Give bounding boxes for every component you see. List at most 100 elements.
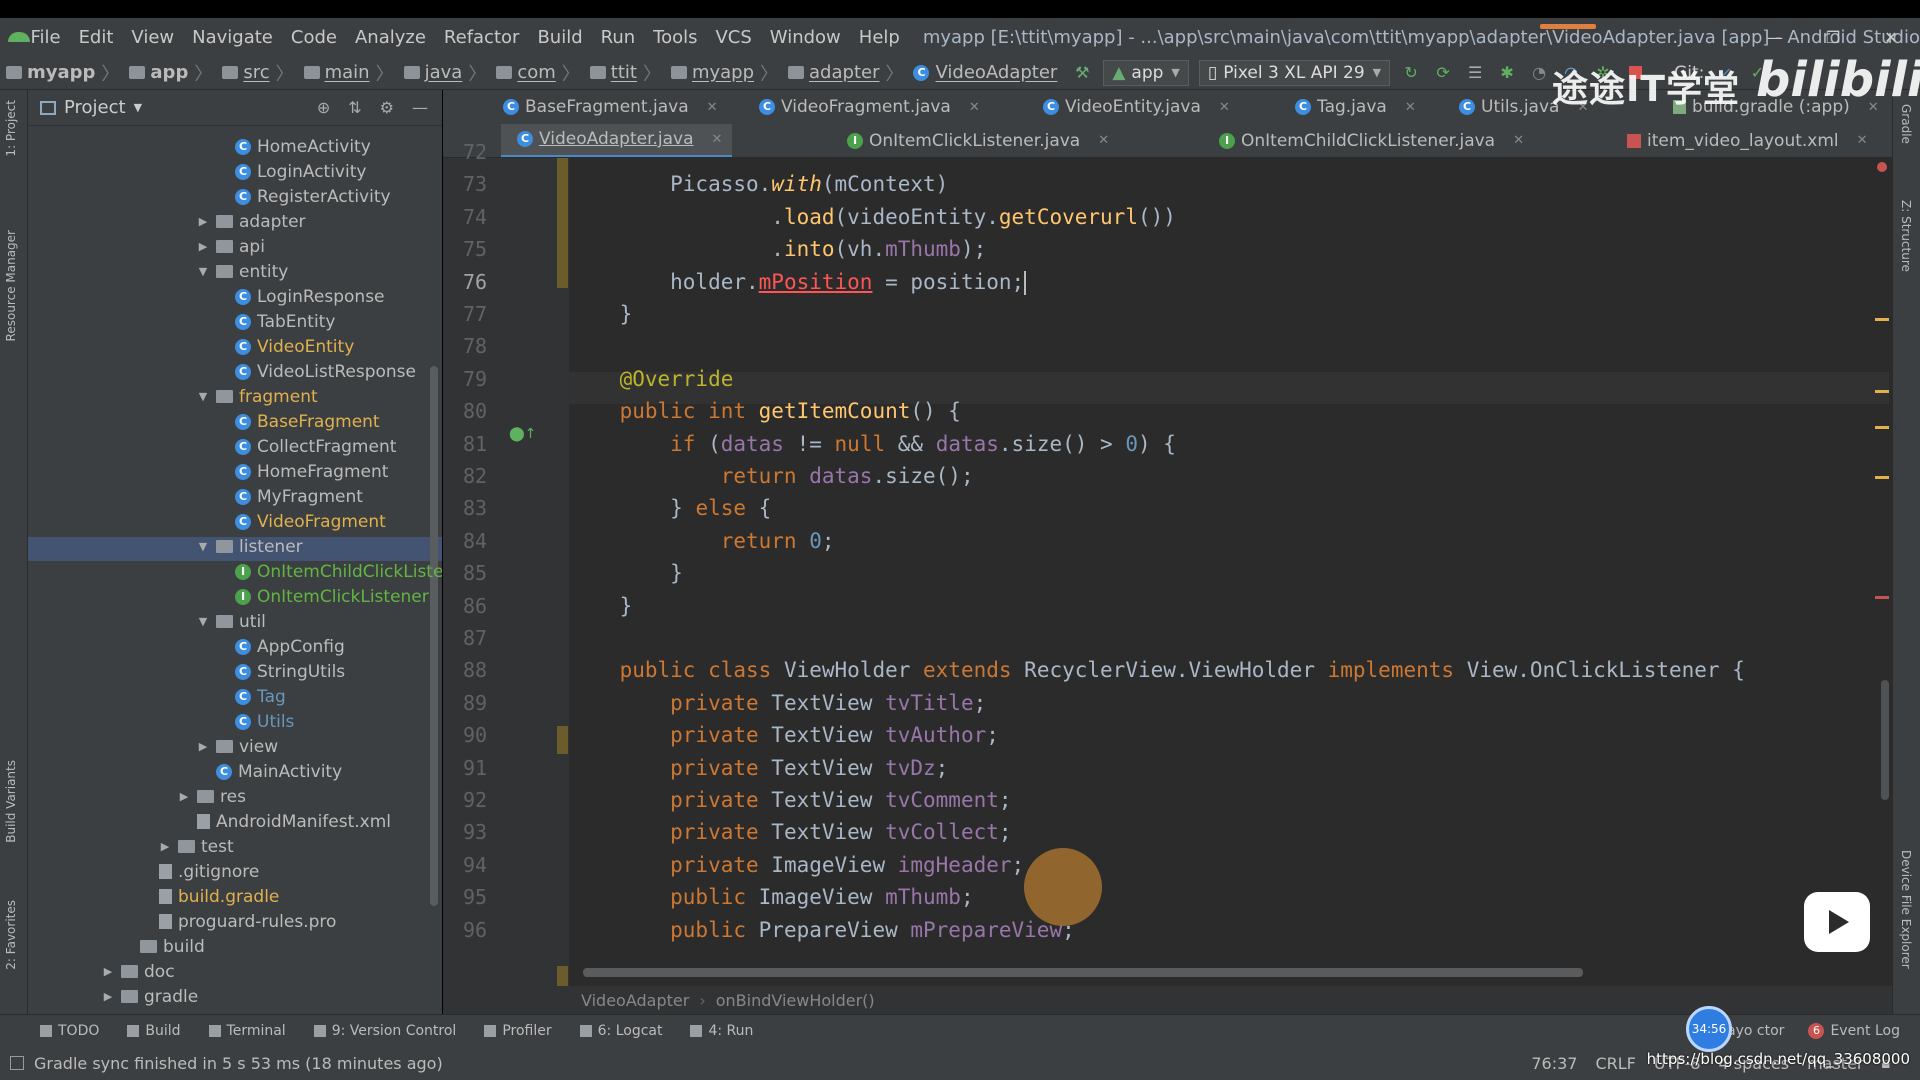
tree-item-class[interactable]: C MainActivity	[196, 759, 342, 784]
run-config-select[interactable]: ▲ app ▼	[1103, 59, 1189, 86]
code-line[interactable]: }	[569, 298, 633, 330]
device-select[interactable]: ▯ Pixel 3 XL API 29 ▼	[1198, 59, 1391, 86]
close-tab-icon[interactable]: ✕	[1513, 133, 1524, 148]
expanded-arrow-icon[interactable]: ▼	[196, 265, 210, 278]
tree-item-folder[interactable]: ▼ entity	[196, 259, 289, 284]
breadcrumb-item[interactable]: app 〉	[123, 60, 212, 86]
collapsed-arrow-icon[interactable]: ▶	[177, 790, 191, 803]
close-tab-icon[interactable]: ✕	[707, 100, 718, 115]
collapsed-arrow-icon[interactable]: ▶	[101, 990, 115, 1003]
horizontal-scrollbar[interactable]	[583, 968, 1583, 977]
play-icon[interactable]	[1804, 892, 1870, 952]
code-line[interactable]: return 0;	[569, 525, 835, 557]
editor-tab[interactable]: item_video_layout.xml ✕	[1617, 124, 1878, 157]
tree-item-class[interactable]: C Tag	[215, 684, 286, 709]
code-line[interactable]: } else {	[569, 492, 771, 524]
collapsed-arrow-icon[interactable]: ▶	[196, 240, 210, 253]
breadcrumb-class[interactable]: VideoAdapter	[581, 991, 689, 1010]
tree-item-file[interactable]: proguard-rules.pro	[139, 909, 336, 934]
code-line[interactable]: .load(videoEntity.getCoverurl())	[569, 201, 1176, 233]
collapsed-arrow-icon[interactable]: ▶	[196, 215, 210, 228]
editor-tab[interactable]: C VideoEntity.java ✕	[1027, 90, 1240, 124]
tree-item-class[interactable]: C TabEntity	[215, 309, 335, 334]
tool-window-todo[interactable]: TODO	[40, 1023, 99, 1039]
error-stripe-mark[interactable]	[1875, 426, 1889, 429]
code-area[interactable]: Picasso.with(mContext) .load(videoEntity…	[569, 158, 1879, 986]
line-separator[interactable]: CRLF	[1595, 1054, 1635, 1073]
menu-help[interactable]: Help	[850, 27, 909, 48]
code-line[interactable]: public ImageView mThumb;	[569, 881, 973, 913]
menu-navigate[interactable]: Navigate	[183, 27, 282, 48]
apply-changes-icon[interactable]: ↻	[1400, 62, 1422, 84]
tree-item-class[interactable]: C StringUtils	[215, 659, 345, 684]
editor-tab[interactable]: I OnItemClickListener.java ✕	[831, 124, 1119, 157]
tree-item-class[interactable]: C VideoListResponse	[215, 359, 416, 384]
code-line[interactable]: private TextView tvAuthor;	[569, 719, 999, 751]
resource-manager-tab[interactable]: Resource Manager	[4, 230, 18, 341]
error-indicator-icon[interactable]	[1877, 162, 1887, 172]
menu-tools[interactable]: Tools	[644, 27, 706, 48]
menu-run[interactable]: Run	[592, 27, 645, 48]
collapsed-arrow-icon[interactable]: ▶	[158, 840, 172, 853]
caret-position[interactable]: 76:37	[1531, 1054, 1577, 1073]
code-line[interactable]: }	[569, 557, 683, 589]
device-file-explorer-tab[interactable]: Device File Explorer	[1899, 850, 1913, 969]
tool-window-run[interactable]: 4: Run	[690, 1023, 753, 1039]
menu-vcs[interactable]: VCS	[706, 27, 760, 48]
menu-window[interactable]: Window	[761, 27, 850, 48]
status-toggle-icon[interactable]	[10, 1056, 24, 1070]
error-stripe-mark[interactable]	[1875, 318, 1889, 321]
expanded-arrow-icon[interactable]: ▼	[196, 540, 210, 553]
expanded-arrow-icon[interactable]: ▼	[196, 390, 210, 403]
code-line[interactable]: private TextView tvCollect;	[569, 816, 1011, 848]
hide-icon[interactable]: —	[412, 98, 428, 117]
tree-item-folder[interactable]: ▶ api	[196, 234, 265, 259]
code-line[interactable]: @Override	[569, 363, 734, 395]
menu-code[interactable]: Code	[282, 27, 346, 48]
tool-window-terminal[interactable]: Terminal	[208, 1023, 286, 1039]
chevron-down-icon[interactable]: ▼	[134, 101, 142, 114]
code-line[interactable]: if (datas != null && datas.size() > 0) {	[569, 428, 1176, 460]
tree-item-class[interactable]: C VideoFragment	[215, 509, 386, 534]
apply-code-changes-icon[interactable]: ⟳	[1432, 62, 1454, 84]
menu-build[interactable]: Build	[528, 27, 591, 48]
breadcrumb-item[interactable]: myapp 〉	[0, 60, 119, 86]
editor-tab[interactable]: C VideoAdapter.java ✕	[501, 124, 733, 157]
editor-tab[interactable]: C VideoFragment.java ✕	[743, 90, 990, 124]
tree-item-class[interactable]: C VideoEntity	[215, 334, 354, 359]
close-tab-icon[interactable]: ✕	[1219, 100, 1230, 115]
vertical-scrollbar[interactable]	[1881, 680, 1889, 800]
tree-item-class[interactable]: C HomeActivity	[215, 134, 371, 159]
tree-item-class[interactable]: C LoginResponse	[215, 284, 385, 309]
collapsed-arrow-icon[interactable]: ▶	[101, 965, 115, 978]
close-tab-icon[interactable]: ✕	[712, 132, 723, 147]
tree-item-file[interactable]: .gitignore	[139, 859, 259, 884]
project-tool-tab[interactable]: 1: Project	[4, 100, 18, 157]
tree-item-class[interactable]: C BaseFragment	[215, 409, 380, 434]
breadcrumb-item[interactable]: com 〉	[490, 60, 580, 86]
code-line[interactable]: private TextView tvDz;	[569, 752, 948, 784]
code-line[interactable]: holder.mPosition = position;	[569, 266, 1027, 298]
hammer-build-icon[interactable]: ⚒	[1071, 62, 1093, 84]
sync-list-icon[interactable]: ☰	[1464, 62, 1486, 84]
tree-item-file[interactable]: AndroidManifest.xml	[177, 809, 391, 834]
close-tab-icon[interactable]: ✕	[969, 100, 980, 115]
breadcrumb-method[interactable]: onBindViewHolder()	[716, 991, 875, 1010]
gradle-tab[interactable]: Gradle	[1899, 104, 1913, 144]
tree-item-class[interactable]: C MyFragment	[215, 484, 363, 509]
gear-icon[interactable]: ⚙	[380, 98, 394, 117]
error-stripe-mark[interactable]	[1875, 476, 1889, 479]
breadcrumb-item[interactable]: main 〉	[298, 60, 394, 86]
tree-item-folder[interactable]: ▶ doc	[101, 959, 175, 984]
status-message[interactable]: Gradle sync finished in 5 s 53 ms (18 mi…	[34, 1054, 443, 1073]
tool-window-build[interactable]: Build	[127, 1023, 181, 1039]
breadcrumb-item[interactable]: src 〉	[216, 60, 294, 86]
code-line[interactable]: .into(vh.mThumb);	[569, 233, 986, 265]
code-line[interactable]: return datas.size();	[569, 460, 974, 492]
restore-icon[interactable]: ❐	[1804, 28, 1862, 47]
attach-icon[interactable]: ◔	[1528, 62, 1550, 84]
event-log-button[interactable]: 6 Event Log	[1808, 1023, 1900, 1039]
tree-item-folder[interactable]: ▶ view	[196, 734, 278, 759]
tree-item-folder[interactable]: ▶ adapter	[196, 209, 306, 234]
tree-item-class[interactable]: C HomeFragment	[215, 459, 388, 484]
